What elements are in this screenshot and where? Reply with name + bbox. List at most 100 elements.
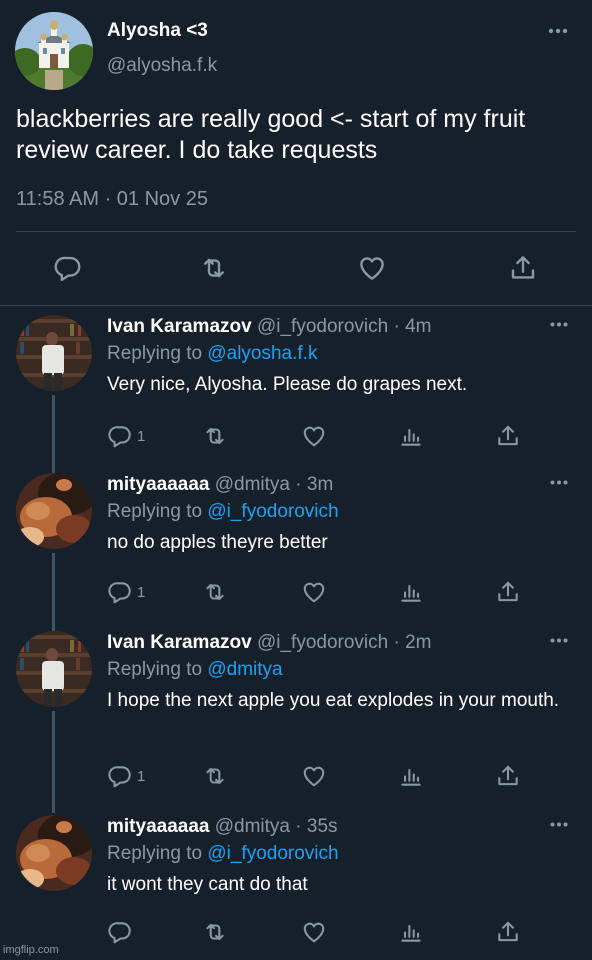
divider xyxy=(16,231,576,232)
like-icon[interactable] xyxy=(301,579,327,605)
retweet-action[interactable] xyxy=(202,919,228,945)
retweet-icon[interactable] xyxy=(202,763,228,789)
retweet-icon[interactable] xyxy=(199,253,229,283)
avatar[interactable] xyxy=(16,473,92,549)
reply-icon[interactable] xyxy=(107,919,133,945)
like-icon[interactable] xyxy=(301,423,327,449)
replying-to: Replying to @i_fyodorovich xyxy=(107,501,339,523)
share-icon[interactable] xyxy=(508,253,538,283)
tweet-text: blackberries are really good <- start of… xyxy=(16,105,526,164)
author-avatar[interactable] xyxy=(15,12,93,90)
watermark: imgflip.com xyxy=(3,944,59,956)
reply-count: 1 xyxy=(137,583,146,601)
author-name[interactable]: mityaaaaaa xyxy=(107,816,209,837)
reply-action[interactable]: 1 xyxy=(107,423,145,449)
reply-header: Ivan Karamazov @i_fyodorovich · 2m xyxy=(107,632,432,654)
section-divider xyxy=(0,305,592,306)
retweet-icon[interactable] xyxy=(202,423,228,449)
analytics-icon[interactable] xyxy=(398,579,424,605)
library-avatar-image xyxy=(16,631,92,707)
more-options-icon[interactable] xyxy=(550,822,568,827)
analytics-action[interactable] xyxy=(398,919,424,945)
reply-header: mityaaaaaa @dmitya · 3m xyxy=(107,474,333,496)
share-action[interactable] xyxy=(495,763,521,789)
author-name[interactable]: Ivan Karamazov xyxy=(107,632,252,653)
share-icon[interactable] xyxy=(495,919,521,945)
author-handle[interactable]: @alyosha.f.k xyxy=(107,55,217,77)
author-handle[interactable]: @i_fyodorovich xyxy=(257,316,388,337)
analytics-icon[interactable] xyxy=(398,919,424,945)
replying-to-link[interactable]: @i_fyodorovich xyxy=(207,501,338,522)
like-action[interactable] xyxy=(301,763,327,789)
reply-text: no do apples theyre better xyxy=(107,532,328,553)
retweet-action[interactable] xyxy=(202,763,228,789)
replying-to-link[interactable]: @dmitya xyxy=(207,659,282,680)
like-action[interactable] xyxy=(301,919,327,945)
thread-line xyxy=(52,711,55,813)
reply-count: 1 xyxy=(137,427,146,445)
main-tweet: Alyosha <3 @alyosha.f.k blackberries are… xyxy=(0,0,592,306)
reply-time[interactable]: · 2m xyxy=(394,632,432,653)
share-icon[interactable] xyxy=(495,423,521,449)
replying-to-link[interactable]: @i_fyodorovich xyxy=(207,843,338,864)
retweet-action[interactable] xyxy=(202,423,228,449)
reply-text: I hope the next apple you eat explodes i… xyxy=(107,690,560,711)
analytics-action[interactable] xyxy=(398,763,424,789)
like-icon[interactable] xyxy=(357,253,387,283)
replying-to: Replying to @i_fyodorovich xyxy=(107,843,339,865)
more-options-icon[interactable] xyxy=(550,322,568,327)
reply-header: mityaaaaaa @dmitya · 35s xyxy=(107,816,338,838)
author-handle[interactable]: @dmitya xyxy=(215,474,290,495)
analytics-action[interactable] xyxy=(398,423,424,449)
like-icon[interactable] xyxy=(301,919,327,945)
like-action[interactable] xyxy=(301,579,327,605)
reply-action[interactable]: 1 xyxy=(107,763,145,789)
author-name[interactable]: Alyosha <3 xyxy=(107,20,208,42)
retweet-icon[interactable] xyxy=(202,579,228,605)
more-options-icon[interactable] xyxy=(548,28,568,34)
reply-header: Ivan Karamazov @i_fyodorovich · 4m xyxy=(107,316,432,338)
author-handle[interactable]: @i_fyodorovich xyxy=(257,632,388,653)
replying-to: Replying to @dmitya xyxy=(107,659,283,681)
thread-line xyxy=(52,553,55,631)
reply-icon[interactable] xyxy=(53,253,83,283)
share-icon[interactable] xyxy=(495,763,521,789)
avatar[interactable] xyxy=(16,631,92,707)
monastery-avatar-image xyxy=(15,12,93,90)
reply-icon[interactable] xyxy=(107,423,133,449)
reply-action[interactable] xyxy=(107,919,137,945)
retweet-icon[interactable] xyxy=(202,919,228,945)
share-action[interactable] xyxy=(495,423,521,449)
like-action[interactable] xyxy=(301,423,327,449)
reply-time[interactable]: · 35s xyxy=(295,816,337,837)
analytics-action[interactable] xyxy=(398,579,424,605)
thread-line xyxy=(52,395,55,473)
analytics-icon[interactable] xyxy=(398,423,424,449)
retweet-action[interactable] xyxy=(202,579,228,605)
share-action[interactable] xyxy=(495,579,521,605)
reply-text: Very nice, Alyosha. Please do grapes nex… xyxy=(107,374,468,395)
like-icon[interactable] xyxy=(301,763,327,789)
replying-to-link[interactable]: @alyosha.f.k xyxy=(207,343,317,364)
reply-count: 1 xyxy=(137,767,146,785)
reply-time[interactable]: · 3m xyxy=(295,474,333,495)
reply-time[interactable]: · 4m xyxy=(394,316,432,337)
share-action[interactable] xyxy=(495,919,521,945)
reply-icon[interactable] xyxy=(107,763,133,789)
author-name[interactable]: mityaaaaaa xyxy=(107,474,209,495)
author-handle[interactable]: @dmitya xyxy=(215,816,290,837)
reply-icon[interactable] xyxy=(107,579,133,605)
more-options-icon[interactable] xyxy=(550,480,568,485)
author-name[interactable]: Ivan Karamazov xyxy=(107,316,252,337)
replying-label: Replying to xyxy=(107,659,203,680)
replying-label: Replying to xyxy=(107,343,203,364)
reply-action[interactable]: 1 xyxy=(107,579,145,605)
reply-text: it wont they cant do that xyxy=(107,874,308,895)
more-options-icon[interactable] xyxy=(550,638,568,643)
avatar[interactable] xyxy=(16,815,92,891)
dmitri-avatar-image xyxy=(16,815,92,891)
share-icon[interactable] xyxy=(495,579,521,605)
analytics-icon[interactable] xyxy=(398,763,424,789)
tweet-timestamp[interactable]: 11:58 AM · 01 Nov 25 xyxy=(16,188,208,211)
avatar[interactable] xyxy=(16,315,92,391)
